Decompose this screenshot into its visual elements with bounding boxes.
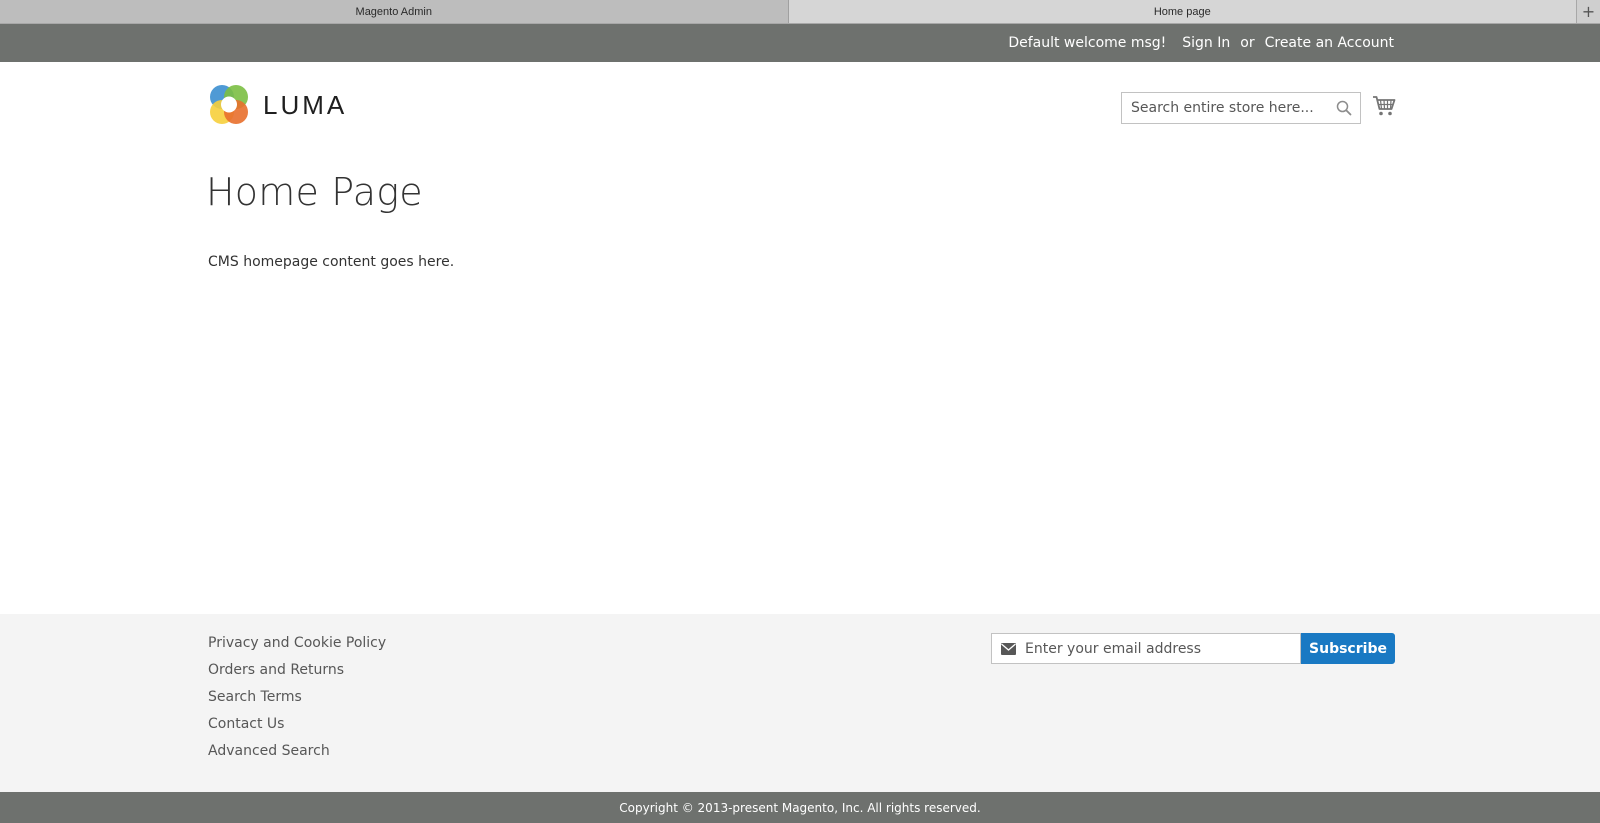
page-title: Home Page	[206, 170, 423, 214]
copyright-text: Copyright © 2013-present Magento, Inc. A…	[619, 800, 981, 815]
browser-tab-bar: Magento Admin Home page +	[0, 0, 1600, 24]
footer-link-contact-us[interactable]: Contact Us	[208, 715, 386, 742]
welcome-message: Default welcome msg!	[1008, 35, 1167, 51]
search-input[interactable]	[1122, 94, 1322, 122]
browser-tab-label: Home page	[1153, 5, 1211, 18]
newsletter-email-field	[991, 633, 1301, 664]
newsletter-form: Subscribe	[991, 633, 1395, 664]
browser-tab-home-page[interactable]: Home page	[788, 0, 1576, 23]
newsletter-email-input[interactable]	[1025, 635, 1295, 662]
header-links: Default welcome msg! Sign In or Create a…	[994, 24, 1394, 62]
copyright-bar: Copyright © 2013-present Magento, Inc. A…	[0, 792, 1600, 823]
panel-header: Default welcome msg! Sign In or Create a…	[0, 24, 1600, 62]
cms-content: CMS homepage content goes here.	[208, 254, 455, 270]
footer-links: Privacy and Cookie Policy Orders and Ret…	[208, 634, 386, 769]
create-account-link[interactable]: Create an Account	[1265, 35, 1394, 51]
cart-icon[interactable]	[1372, 95, 1396, 117]
luma-logo-icon	[210, 85, 248, 124]
footer-link-advanced-search[interactable]: Advanced Search	[208, 742, 386, 769]
or-separator: or	[1240, 35, 1255, 51]
envelope-icon	[1001, 643, 1016, 655]
footer-link-search-terms[interactable]: Search Terms	[208, 688, 386, 715]
subscribe-button[interactable]: Subscribe	[1301, 633, 1395, 664]
footer: Privacy and Cookie Policy Orders and Ret…	[0, 614, 1600, 792]
new-tab-button[interactable]: +	[1576, 0, 1600, 23]
sign-in-link[interactable]: Sign In	[1182, 35, 1230, 51]
footer-link-privacy[interactable]: Privacy and Cookie Policy	[208, 634, 386, 661]
footer-link-orders-returns[interactable]: Orders and Returns	[208, 661, 386, 688]
logo[interactable]: LUMA	[207, 83, 347, 127]
browser-tab-magento-admin[interactable]: Magento Admin	[0, 0, 789, 23]
logo-text: LUMA	[263, 89, 348, 120]
search-icon[interactable]	[1336, 100, 1352, 116]
search-box	[1121, 92, 1361, 124]
browser-tab-label: Magento Admin	[355, 5, 432, 18]
